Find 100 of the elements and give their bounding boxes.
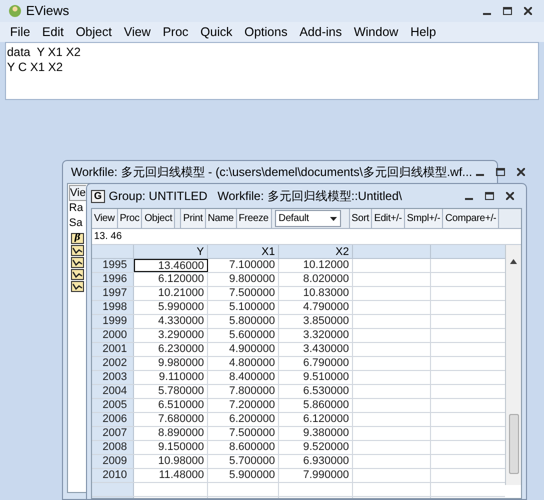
window-title: Workfile: 多元回归线模型 - (c:\users\demel\documents\多元回归线模型.wf... bbox=[71, 164, 472, 181]
table-cell: 10.83000 bbox=[279, 287, 353, 300]
toolbar-button[interactable]: Vie bbox=[69, 185, 86, 201]
menu-item[interactable]: Help bbox=[404, 22, 442, 42]
table-cell: 10.12000 bbox=[279, 259, 353, 272]
menu-item[interactable]: Add-ins bbox=[293, 22, 348, 42]
menu-item[interactable]: View bbox=[118, 22, 157, 42]
row-header: 2004 bbox=[92, 385, 134, 398]
command-line: Y C X1 X2 bbox=[7, 60, 64, 75]
table-cell: 7.990000 bbox=[279, 469, 353, 482]
close-icon[interactable] bbox=[517, 168, 526, 176]
row-header: 2006 bbox=[92, 413, 134, 426]
menu-item[interactable]: Window bbox=[348, 22, 404, 42]
toolbar-button[interactable]: Print bbox=[181, 209, 206, 228]
table-cell: 3.850000 bbox=[279, 315, 353, 328]
row-header: 2000 bbox=[92, 329, 134, 342]
label-text: Sa bbox=[69, 216, 82, 231]
table-cell: 5.900000 bbox=[208, 469, 279, 482]
maximize-icon[interactable] bbox=[496, 168, 506, 176]
menu-item[interactable]: Options bbox=[238, 22, 294, 42]
table-cell: 5.780000 bbox=[134, 385, 208, 398]
table-cell: 6.530000 bbox=[279, 385, 353, 398]
toolbar-button[interactable]: Proc bbox=[118, 209, 142, 228]
table-cell: 8.890000 bbox=[134, 427, 208, 440]
menu-item[interactable]: Object bbox=[70, 22, 118, 42]
maximize-icon[interactable] bbox=[485, 192, 494, 200]
table-cell: 4.900000 bbox=[208, 343, 279, 356]
coefficient-icon[interactable]: β bbox=[71, 233, 84, 244]
toolbar-button[interactable]: Smpl+/- bbox=[404, 209, 444, 228]
row-header: 1995 bbox=[92, 259, 134, 272]
table-cell: 5.860000 bbox=[279, 399, 353, 412]
toolbar-button[interactable]: Freeze bbox=[236, 209, 272, 228]
table-cell: 9.380000 bbox=[279, 427, 353, 440]
scroll-up-arrow-icon[interactable] bbox=[510, 259, 517, 264]
column-header[interactable]: X1 bbox=[208, 245, 279, 258]
table-cell: 7.500000 bbox=[208, 287, 279, 300]
row-header: 2008 bbox=[92, 441, 134, 454]
table-cell: 7.800000 bbox=[208, 385, 279, 398]
toolbar-button[interactable]: Object bbox=[142, 209, 176, 228]
table-cell: 9.520000 bbox=[279, 441, 353, 454]
menu-item[interactable]: Proc bbox=[156, 22, 194, 42]
window-title: EViews bbox=[26, 2, 70, 20]
table-cell: 3.290000 bbox=[134, 329, 208, 342]
row-header: 2003 bbox=[92, 371, 134, 384]
empty-row-header bbox=[92, 483, 134, 496]
command-line: data Y X1 X2 bbox=[7, 45, 82, 60]
table-cell: 13.46000 bbox=[134, 259, 208, 272]
table-cell: 5.600000 bbox=[208, 329, 279, 342]
table-cell: 5.990000 bbox=[134, 301, 208, 314]
row-header: 1997 bbox=[92, 287, 134, 300]
group-icon: G bbox=[91, 190, 105, 202]
row-header: 1996 bbox=[92, 273, 134, 286]
column-header[interactable]: Y bbox=[134, 245, 208, 258]
row-header: 2002 bbox=[92, 357, 134, 370]
table-cell: 9.800000 bbox=[208, 273, 279, 286]
menu-item[interactable]: Quick bbox=[194, 22, 238, 42]
table-cell: 5.100000 bbox=[208, 301, 279, 314]
table-cell: 9.510000 bbox=[279, 371, 353, 384]
table-cell: 6.120000 bbox=[279, 413, 353, 426]
maximize-icon[interactable] bbox=[503, 7, 512, 15]
menu-item[interactable]: File bbox=[4, 22, 36, 42]
series-icon[interactable] bbox=[71, 245, 84, 256]
table-cell: 3.430000 bbox=[279, 343, 353, 356]
table-cell: 4.800000 bbox=[208, 357, 279, 370]
table-cell: 3.320000 bbox=[279, 329, 353, 342]
row-header: 2010 bbox=[92, 469, 134, 482]
table-cell: 4.790000 bbox=[279, 301, 353, 314]
row-header: 2005 bbox=[92, 399, 134, 412]
toolbar-button[interactable]: Compare+/- bbox=[443, 209, 500, 228]
row-header: 2009 bbox=[92, 455, 134, 468]
row-header: 1998 bbox=[92, 301, 134, 314]
toolbar-button[interactable]: Sort bbox=[350, 209, 372, 228]
series-icon[interactable] bbox=[71, 257, 84, 268]
table-cell: 5.800000 bbox=[208, 315, 279, 328]
table-cell: 7.200000 bbox=[208, 399, 279, 412]
table-cell: 6.790000 bbox=[279, 357, 353, 370]
scroll-thumb[interactable] bbox=[508, 414, 518, 474]
row-header: 2001 bbox=[92, 343, 134, 356]
table-cell: 9.980000 bbox=[134, 357, 208, 370]
table-cell: 7.500000 bbox=[208, 427, 279, 440]
scrollbar[interactable] bbox=[505, 245, 521, 485]
toolbar-button[interactable]: View bbox=[92, 209, 118, 228]
close-icon[interactable] bbox=[524, 7, 532, 15]
column-header[interactable]: X2 bbox=[279, 245, 353, 258]
series-icon[interactable] bbox=[71, 281, 84, 292]
series-icon[interactable] bbox=[71, 269, 84, 280]
table-cell: 6.120000 bbox=[134, 273, 208, 286]
close-icon[interactable] bbox=[506, 192, 514, 200]
table-cell: 8.020000 bbox=[279, 273, 353, 286]
toolbar-button[interactable]: Edit+/- bbox=[372, 209, 405, 228]
caret-icon bbox=[330, 216, 337, 220]
view-dropdown[interactable]: Default bbox=[274, 210, 341, 227]
label-text: Ra bbox=[69, 201, 84, 216]
window-title: Group: UNTITLED Workfile: 多元回归线模型::Untitled\ bbox=[108, 188, 402, 205]
table-cell: 7.680000 bbox=[134, 413, 208, 426]
table-cell: 8.400000 bbox=[208, 371, 279, 384]
toolbar-button[interactable]: Name bbox=[206, 209, 237, 228]
row-header: 2007 bbox=[92, 427, 134, 440]
command-window[interactable]: data Y X1 X2 Y C X1 X2 bbox=[5, 42, 539, 100]
menu-item[interactable]: Edit bbox=[36, 22, 70, 42]
